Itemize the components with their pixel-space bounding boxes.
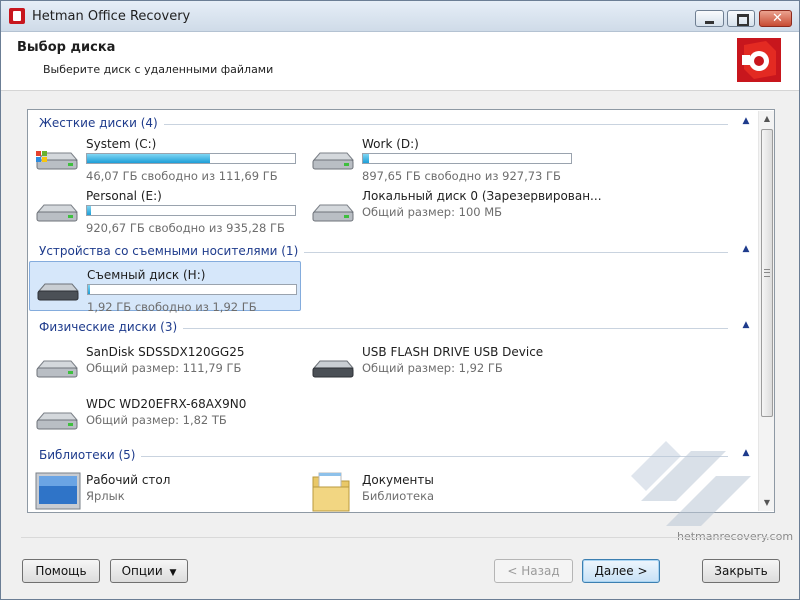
page-title: Выбор диска	[17, 40, 116, 55]
drive-info: Общий размер: 111,79 ГБ	[86, 361, 242, 375]
drive-item-reserved-0[interactable]: Локальный диск 0 (Зарезервирован... Общи…	[305, 183, 602, 233]
library-documents[interactable]: Документы Библиотека	[305, 467, 577, 512]
documents-folder-icon	[312, 472, 350, 512]
dropdown-arrow-icon: ▼	[169, 568, 177, 578]
hetman-logo-icon	[737, 38, 781, 82]
drive-info: Общий размер: 100 МБ	[362, 205, 503, 219]
drive-item-personal-e[interactable]: Personal (E:) 920,67 ГБ свободно из 935,…	[29, 183, 301, 235]
drive-item-work-d[interactable]: Work (D:) 897,65 ГБ свободно из 927,73 Г…	[305, 131, 577, 183]
wizard-header: Выбор диска Выберите диск с удаленными ф…	[1, 32, 799, 91]
maximize-icon	[737, 14, 749, 26]
drive-name: System (C:)	[86, 137, 157, 151]
drive-usage-fill	[88, 285, 91, 294]
drive-item-removable-h[interactable]: Съемный диск (H:) 1,92 ГБ свободно из 1,…	[29, 261, 301, 314]
hard-drive-icon	[312, 152, 355, 170]
collapse-icon[interactable]: ▲	[740, 320, 752, 330]
windows-drive-icon	[36, 151, 79, 170]
library-info: Ярлык	[86, 489, 125, 503]
drive-info: 46,07 ГБ свободно из 111,69 ГБ	[86, 169, 278, 183]
options-label: Опции	[121, 564, 163, 578]
drive-usage-fill	[363, 154, 370, 163]
window-title: Hetman Office Recovery	[32, 9, 191, 24]
group-label: Библиотеки (5)	[39, 448, 142, 462]
close-button[interactable]: Закрыть	[702, 559, 780, 583]
collapse-icon[interactable]: ▲	[740, 244, 752, 254]
drive-name: SanDisk SDSSDX120GG25	[86, 345, 245, 359]
hard-drive-icon	[312, 204, 355, 222]
drive-usage-bar	[87, 284, 297, 295]
options-button[interactable]: Опции ▼	[110, 559, 188, 583]
scroll-down-icon[interactable]: ▼	[759, 495, 774, 511]
back-button[interactable]: < Назад	[494, 559, 573, 583]
group-label: Устройства со съемными носителями (1)	[39, 244, 305, 258]
group-header-hard-disks[interactable]: Жесткие диски (4) ▲	[28, 113, 758, 131]
close-window-button[interactable]: ✕	[759, 10, 792, 27]
group-header-removable[interactable]: Устройства со съемными носителями (1) ▲	[28, 241, 758, 259]
app-icon	[9, 8, 25, 24]
physical-disk-sandisk[interactable]: SanDisk SDSSDX120GG25 Общий размер: 111,…	[29, 339, 301, 389]
usb-drive-icon	[312, 360, 355, 378]
drive-name: Personal (E:)	[86, 189, 162, 203]
physical-disk-wdc[interactable]: WDC WD20EFRX-68AX9N0 Общий размер: 1,82 …	[29, 391, 301, 441]
drive-info: 1,92 ГБ свободно из 1,92 ГБ	[87, 300, 257, 314]
scrollbar-thumb[interactable]	[761, 129, 773, 417]
drive-info: Общий размер: 1,82 ТБ	[86, 413, 227, 427]
drive-info: 920,67 ГБ свободно из 935,28 ГБ	[86, 221, 285, 235]
drive-name: Локальный диск 0 (Зарезервирован...	[362, 189, 602, 203]
group-label: Физические диски (3)	[39, 320, 184, 334]
close-icon: ✕	[772, 11, 783, 26]
footer-divider	[21, 537, 781, 538]
library-desktop[interactable]: Рабочий стол Ярлык	[29, 467, 301, 512]
drive-usage-bar	[86, 153, 296, 164]
group-header-physical[interactable]: Физические диски (3) ▲	[28, 317, 758, 335]
drive-name: Work (D:)	[362, 137, 419, 151]
drive-info: 897,65 ГБ свободно из 927,73 ГБ	[362, 169, 561, 183]
drive-name: Съемный диск (H:)	[87, 268, 206, 282]
drive-item-system-c[interactable]: System (C:) 46,07 ГБ свободно из 111,69 …	[29, 131, 301, 183]
collapse-icon[interactable]: ▲	[740, 116, 752, 126]
physical-disk-usb-flash[interactable]: USB FLASH DRIVE USB Device Общий размер:…	[305, 339, 577, 389]
watermark-logo-icon	[631, 441, 751, 526]
drive-name: USB FLASH DRIVE USB Device	[362, 345, 544, 359]
drive-info: Общий размер: 1,92 ГБ	[362, 361, 503, 375]
drive-usage-bar	[362, 153, 572, 164]
desktop-icon	[35, 472, 81, 510]
scroll-up-icon[interactable]: ▲	[759, 111, 774, 127]
drive-usage-bar	[86, 205, 296, 216]
minimize-button[interactable]	[695, 10, 724, 27]
help-button[interactable]: Помощь	[22, 559, 100, 583]
app-window: Hetman Office Recovery ✕ Выбор диска Выб…	[0, 0, 800, 600]
library-info: Библиотека	[362, 489, 435, 503]
group-label: Жесткие диски (4)	[39, 116, 164, 130]
maximize-button[interactable]	[727, 10, 755, 27]
minimize-icon	[705, 21, 714, 24]
hard-drive-icon	[36, 412, 79, 430]
drive-usage-fill	[87, 154, 210, 163]
next-button[interactable]: Далее >	[582, 559, 660, 583]
page-subtitle: Выберите диск с удаленными файлами	[43, 63, 274, 76]
drive-name: WDC WD20EFRX-68AX9N0	[86, 397, 247, 411]
hard-drive-icon	[36, 204, 79, 222]
hard-drive-icon	[36, 360, 79, 378]
title-bar[interactable]: Hetman Office Recovery ✕	[1, 1, 799, 32]
library-name: Рабочий стол	[86, 473, 171, 487]
grip-icon	[764, 269, 770, 277]
removable-drive-icon	[37, 283, 80, 301]
drive-usage-fill	[87, 206, 92, 215]
library-name: Документы	[362, 473, 434, 487]
